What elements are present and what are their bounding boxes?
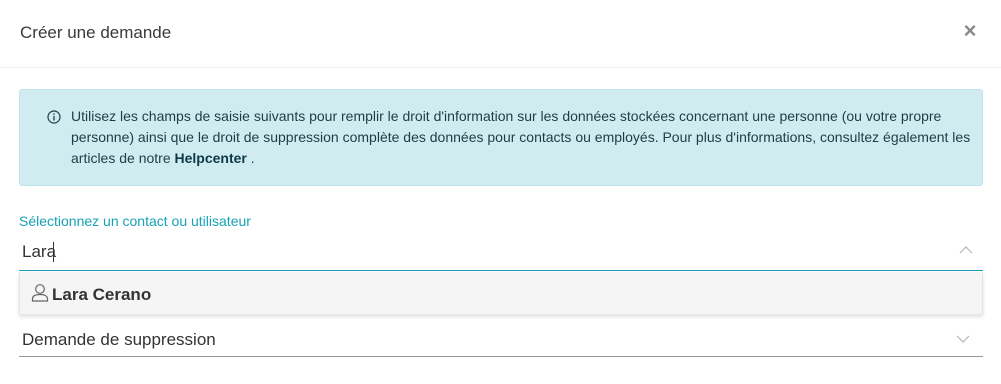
chevron-down-icon xyxy=(956,335,970,343)
close-button[interactable]: × xyxy=(961,20,979,42)
close-icon: × xyxy=(963,18,977,43)
info-icon xyxy=(47,110,61,124)
info-text: Utilisez les champs de saisie suivants p… xyxy=(71,106,971,169)
helpcenter-link[interactable]: Helpcenter xyxy=(175,150,247,166)
dropdown-option-label: Lara Cerano xyxy=(52,285,152,304)
contact-field-label: Sélectionnez un contact ou utilisateur xyxy=(19,213,251,229)
chevron-up-icon[interactable] xyxy=(959,245,973,255)
modal-title: Créer une demande xyxy=(20,23,172,42)
info-alert: Utilisez les champs de saisie suivants p… xyxy=(19,89,983,186)
contact-search-field[interactable] xyxy=(19,234,983,271)
request-type-value: Demande de suppression xyxy=(22,330,216,349)
dropdown-option-lara-cerano[interactable]: Lara Cerano xyxy=(20,272,982,315)
modal-header: Créer une demande × xyxy=(0,0,1001,68)
user-icon xyxy=(31,284,49,302)
request-type-select[interactable]: Demande de suppression xyxy=(19,322,983,357)
contact-search-input[interactable] xyxy=(19,238,939,266)
info-suffix: . xyxy=(246,150,255,166)
contact-dropdown: Lara Cerano xyxy=(19,272,983,315)
text-cursor xyxy=(53,242,54,262)
